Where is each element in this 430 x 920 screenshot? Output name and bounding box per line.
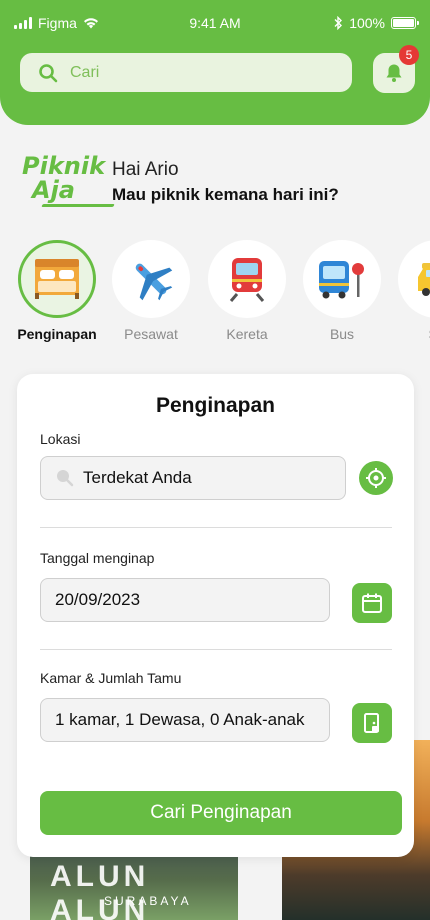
calendar-button[interactable] <box>352 583 392 623</box>
header: Figma 9:41 AM 100% Cari 5 <box>0 0 430 125</box>
form-title: Penginapan <box>155 394 276 417</box>
door-room-icon <box>364 713 379 733</box>
category-pesawat[interactable]: Pesawat <box>106 240 196 342</box>
divider <box>40 649 392 650</box>
search-bar[interactable]: Cari <box>20 53 352 92</box>
search-icon <box>57 470 74 487</box>
category-label: Pesawat <box>124 326 178 342</box>
current-location-button[interactable] <box>359 461 393 495</box>
divider <box>40 527 392 528</box>
signal-icon <box>14 17 32 29</box>
category-label: Bus <box>329 326 355 342</box>
calendar-icon <box>362 593 382 613</box>
location-field[interactable]: Terdekat Anda <box>40 456 346 500</box>
carrier-name: Figma <box>38 15 77 31</box>
bell-icon <box>386 64 402 82</box>
category-se[interactable]: Se <box>392 240 430 342</box>
taxi-icon <box>418 263 430 296</box>
wifi-icon <box>83 18 98 29</box>
search-lodging-button[interactable]: Cari Penginapan <box>40 791 402 835</box>
guests-value: 1 kamar, 1 Dewasa, 0 Anak-anak <box>55 710 305 729</box>
battery-icon <box>391 17 419 29</box>
greeting-hello: Hai Ario <box>112 159 179 180</box>
category-bus[interactable]: Bus <box>297 240 387 342</box>
train-icon <box>229 258 265 302</box>
photo-subcaption: SURABAYA <box>104 894 192 908</box>
guests-picker-button[interactable] <box>352 703 392 743</box>
guests-label: Kamar & Jumlah Tamu <box>40 670 182 686</box>
date-field[interactable]: 20/09/2023 <box>40 578 330 622</box>
status-time: 9:41 AM <box>189 15 241 31</box>
guests-field[interactable]: 1 kamar, 1 Dewasa, 0 Anak-anak <box>40 698 330 742</box>
notification-button[interactable]: 5 <box>373 45 419 93</box>
category-label: Penginapan <box>17 326 97 342</box>
status-bar: Figma 9:41 AM 100% <box>14 14 419 32</box>
booking-form-card: Penginapan Lokasi Terdekat Anda Tanggal … <box>17 374 414 857</box>
greeting-question: Mau piknik kemana hari ini? <box>112 185 339 204</box>
location-value: Terdekat Anda <box>83 468 192 487</box>
crosshair-icon <box>366 468 386 488</box>
date-label: Tanggal menginap <box>40 550 155 566</box>
logo-line1: Piknik <box>22 152 106 180</box>
category-label: Kereta <box>226 326 268 342</box>
location-label: Lokasi <box>40 431 81 447</box>
category-label: Se <box>392 326 430 342</box>
piknik-aja-logo: Piknik Aja <box>22 152 115 210</box>
category-kereta[interactable]: Kereta <box>202 240 292 342</box>
bluetooth-icon <box>334 16 343 30</box>
notification-badge: 5 <box>399 45 419 65</box>
search-placeholder: Cari <box>70 63 100 81</box>
category-penginapan[interactable]: Penginapan <box>12 240 102 342</box>
category-list: Penginapan Pesawat Kereta Bus <box>0 240 430 350</box>
date-value: 20/09/2023 <box>55 590 141 609</box>
battery-percent: 100% <box>349 15 385 31</box>
search-icon <box>39 63 58 82</box>
bus-icon <box>319 261 364 299</box>
airplane-icon <box>135 263 173 301</box>
hotel-bed-icon <box>35 259 79 299</box>
photo-caption: ALUN ALUN <box>50 860 150 920</box>
logo-line2: Aja <box>32 176 75 204</box>
